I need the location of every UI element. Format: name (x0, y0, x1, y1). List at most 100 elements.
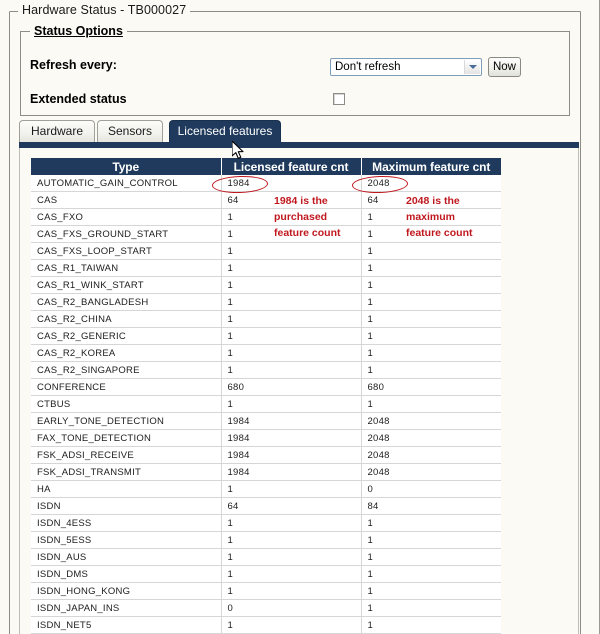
cell-type: HA (31, 480, 222, 498)
application-window: Hardware Status - TB000027 Status Option… (0, 0, 600, 634)
cell-type: ISDN_HONG_KONG (31, 582, 222, 600)
cell-licensed-count: 680 (221, 378, 362, 396)
cell-maximum-count: 1 (361, 276, 501, 294)
table-row: CAS_R2_GENERIC 1 1 (31, 327, 501, 345)
table-header-row: Type Licensed feature cnt Maximum featur… (31, 158, 501, 175)
table-row: ISDN_DMS 1 1 (31, 565, 501, 583)
tab-hardware[interactable]: Hardware (19, 120, 95, 142)
table-row: ISDN_4ESS 1 1 (31, 514, 501, 532)
cell-maximum-count: 1 (361, 599, 501, 617)
cell-licensed-count: 1984 (221, 463, 362, 481)
cell-maximum-count: 1 (361, 208, 501, 226)
refresh-every-label: Refresh every: (30, 58, 117, 72)
cell-type: CAS_R2_KOREA (31, 344, 222, 362)
cell-type: EARLY_TONE_DETECTION (31, 412, 222, 430)
column-header-type[interactable]: Type (31, 158, 222, 175)
now-button[interactable]: Now (488, 57, 521, 77)
cell-type: ISDN (31, 497, 222, 515)
table-row: CTBUS 1 1 (31, 395, 501, 413)
refresh-interval-value: Don't refresh (335, 61, 401, 73)
cell-licensed-count: 1 (221, 208, 362, 226)
table-row: ISDN_HONG_KONG 1 1 (31, 582, 501, 600)
cell-maximum-count: 2048 (361, 446, 501, 464)
cell-maximum-count: 1 (361, 514, 501, 532)
table-row: ISDN_NET5 1 1 (31, 616, 501, 634)
cell-type: ISDN_JAPAN_INS (31, 599, 222, 617)
cell-licensed-count: 1 (221, 361, 362, 379)
cell-maximum-count: 1 (361, 565, 501, 583)
table-row: CAS_R1_TAIWAN 1 1 (31, 259, 501, 277)
table-row: CAS_R1_WINK_START 1 1 (31, 276, 501, 294)
table-header: Type Licensed feature cnt Maximum featur… (31, 158, 501, 175)
tab-bar: Hardware Sensors Licensed features (19, 120, 579, 142)
table-row: CAS_R2_BANGLADESH 1 1 (31, 293, 501, 311)
cell-type: ISDN_4ESS (31, 514, 222, 532)
table-row: FSK_ADSI_TRANSMIT 1984 2048 (31, 463, 501, 481)
cell-type: FSK_ADSI_TRANSMIT (31, 463, 222, 481)
cell-licensed-count: 1 (221, 310, 362, 328)
table-row: CAS_FXS_GROUND_START 1 1 (31, 225, 501, 243)
cell-licensed-count: 1 (221, 259, 362, 277)
tab-sensors[interactable]: Sensors (97, 120, 163, 142)
table-row: ISDN_JAPAN_INS 0 1 (31, 599, 501, 617)
cell-licensed-count: 1 (221, 548, 362, 566)
licensed-features-table-wrapper: Type Licensed feature cnt Maximum featur… (31, 158, 501, 634)
table-row: ISDN 64 84 (31, 497, 501, 515)
cell-type: CTBUS (31, 395, 222, 413)
cell-type: CAS_R2_SINGAPORE (31, 361, 222, 379)
table-row: FAX_TONE_DETECTION 1984 2048 (31, 429, 501, 447)
table-row: CONFERENCE 680 680 (31, 378, 501, 396)
cell-licensed-count: 1 (221, 276, 362, 294)
cell-type: ISDN_AUS (31, 548, 222, 566)
table-row: FSK_ADSI_RECEIVE 1984 2048 (31, 446, 501, 464)
tab-licensed-features[interactable]: Licensed features (169, 120, 281, 142)
cell-type: CAS_FXO (31, 208, 222, 226)
cell-licensed-count: 1984 (221, 412, 362, 430)
cell-maximum-count: 680 (361, 378, 501, 396)
cell-licensed-count: 1 (221, 225, 362, 243)
cell-licensed-count: 0 (221, 599, 362, 617)
cell-type: ISDN_NET5 (31, 616, 222, 634)
table-row: CAS_R2_KOREA 1 1 (31, 344, 501, 362)
column-header-licensed-feature-cnt[interactable]: Licensed feature cnt (221, 158, 362, 175)
cell-licensed-count: 1984 (221, 446, 362, 464)
extended-status-label: Extended status (30, 92, 127, 106)
cell-type: CONFERENCE (31, 378, 222, 396)
cell-maximum-count: 2048 (361, 412, 501, 430)
table-row: EARLY_TONE_DETECTION 1984 2048 (31, 412, 501, 430)
table-row: ISDN_AUS 1 1 (31, 548, 501, 566)
cell-licensed-count: 1 (221, 531, 362, 549)
table-row: CAS_R2_CHINA 1 1 (31, 310, 501, 328)
cell-maximum-count: 64 (361, 191, 501, 209)
cell-licensed-count: 1 (221, 293, 362, 311)
cell-type: CAS_R1_TAIWAN (31, 259, 222, 277)
cell-licensed-count: 1 (221, 327, 362, 345)
cell-maximum-count: 2048 (361, 429, 501, 447)
page-title: Hardware Status - TB000027 (18, 3, 191, 17)
cell-licensed-count: 1 (221, 514, 362, 532)
table-row: HA 1 0 (31, 480, 501, 498)
cell-licensed-count: 1 (221, 582, 362, 600)
cell-maximum-count: 1 (361, 293, 501, 311)
cell-licensed-count: 1984 (221, 429, 362, 447)
licensed-features-table: Type Licensed feature cnt Maximum featur… (31, 158, 501, 634)
cell-maximum-count: 2048 (361, 175, 501, 192)
cell-type: CAS_R2_BANGLADESH (31, 293, 222, 311)
cell-maximum-count: 1 (361, 531, 501, 549)
cell-maximum-count: 1 (361, 225, 501, 243)
cell-maximum-count: 1 (361, 310, 501, 328)
cell-type: ISDN_DMS (31, 565, 222, 583)
cell-maximum-count: 1 (361, 259, 501, 277)
column-header-maximum-feature-cnt[interactable]: Maximum feature cnt (361, 158, 501, 175)
cell-maximum-count: 1 (361, 361, 501, 379)
table-row: CAS_FXS_LOOP_START 1 1 (31, 242, 501, 260)
chevron-down-icon[interactable] (464, 60, 480, 74)
cell-type: CAS (31, 191, 222, 209)
refresh-interval-select[interactable]: Don't refresh (330, 58, 482, 76)
extended-status-checkbox[interactable] (333, 93, 345, 105)
table-row: CAS_FXO 1 1 (31, 208, 501, 226)
cell-type: CAS_R2_GENERIC (31, 327, 222, 345)
cell-type: FAX_TONE_DETECTION (31, 429, 222, 447)
cell-licensed-count: 1 (221, 395, 362, 413)
cell-type: CAS_R2_CHINA (31, 310, 222, 328)
